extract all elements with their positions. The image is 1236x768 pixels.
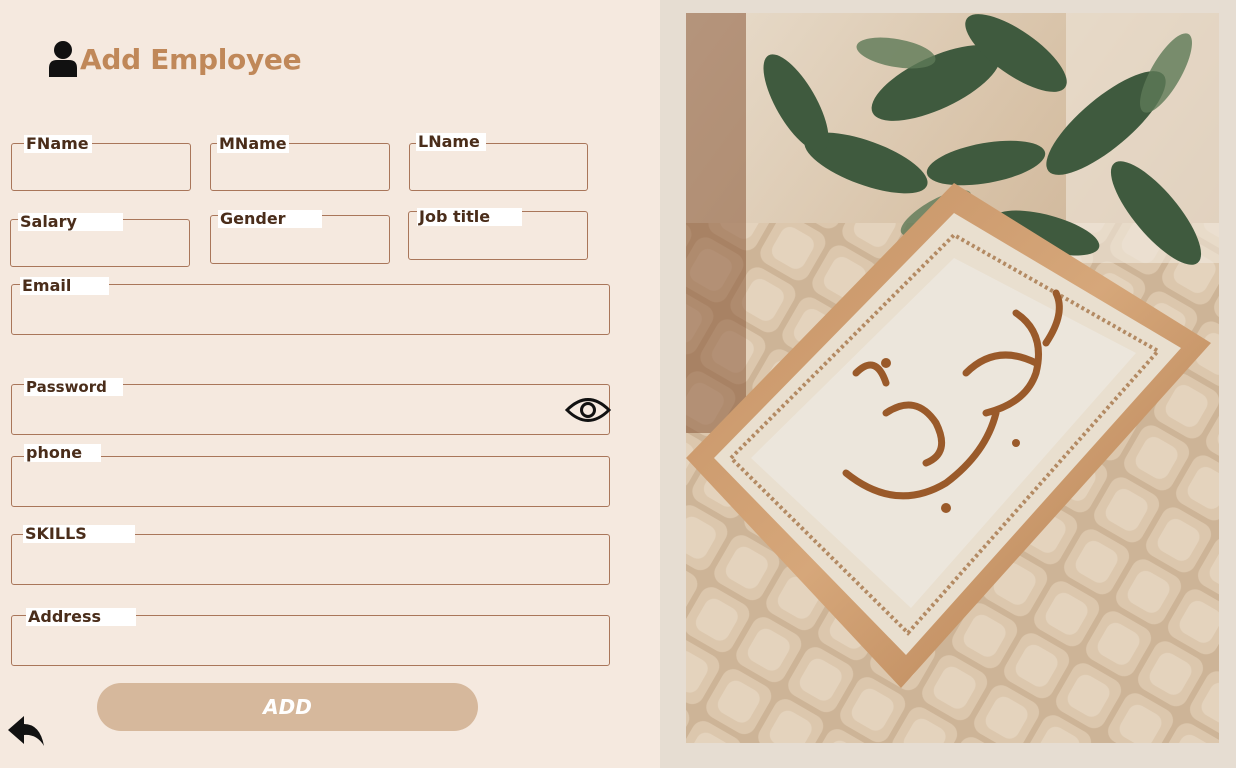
gender-label: Gender — [218, 210, 322, 228]
user-icon — [49, 41, 77, 77]
phone-label: phone — [24, 444, 101, 462]
add-button[interactable]: ADD — [97, 683, 478, 731]
mname-label: MName — [217, 135, 289, 153]
email-label: Email — [20, 277, 109, 295]
page-title: Add Employee — [80, 42, 302, 76]
eye-icon[interactable] — [565, 395, 611, 425]
phone-field[interactable] — [11, 456, 610, 507]
password-label: Password — [24, 378, 123, 396]
phone-input[interactable] — [12, 457, 609, 506]
framed-calligraphy-photo — [686, 13, 1219, 743]
back-arrow-icon[interactable] — [6, 712, 46, 752]
skills-label: SKILLS — [23, 525, 135, 543]
lname-label: LName — [416, 133, 486, 151]
job-title-label: Job title — [417, 208, 522, 226]
fname-label: FName — [24, 135, 92, 153]
address-label: Address — [26, 608, 136, 626]
salary-label: Salary — [18, 213, 123, 231]
page-header: Add Employee — [48, 40, 302, 78]
form-panel: Add Employee FName MName LName Salary Ge… — [0, 0, 660, 768]
